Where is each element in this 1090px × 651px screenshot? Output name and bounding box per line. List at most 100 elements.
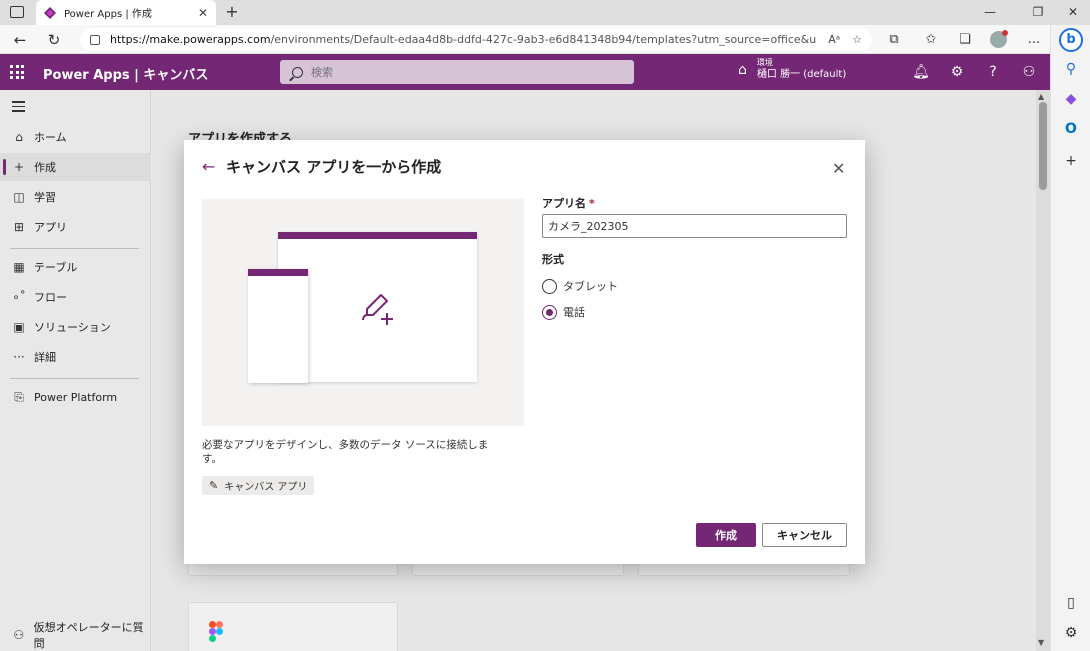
scroll-thumb[interactable]: [1039, 102, 1047, 190]
help-icon[interactable]: ?: [984, 63, 1002, 81]
nav-label: ソリューション: [34, 321, 111, 334]
create-canvas-app-dialog: ← キャンバス アプリを一から作成 ✕ 必要なアプリをデザインし、多数のデータ …: [184, 140, 865, 564]
sidebar-toggle-icon[interactable]: ▯: [1061, 593, 1081, 613]
restore-button[interactable]: ❐: [1023, 0, 1053, 25]
scroll-up-icon[interactable]: ▲: [1038, 92, 1044, 101]
url-host: https://make.powerapps.com: [110, 33, 271, 46]
assistant-icon: ⚇: [13, 628, 25, 642]
nav-label: Power Platform: [34, 390, 118, 404]
environment-picker[interactable]: ⌂ 環境 樋口 勝一 (default): [738, 58, 846, 81]
favorites-icon[interactable]: ✩: [921, 30, 941, 50]
nav-label: アプリ: [34, 221, 67, 234]
close-icon[interactable]: ✕: [832, 161, 845, 177]
phone-window-illustration: [248, 269, 308, 383]
copilot-icon[interactable]: ◆: [1061, 89, 1081, 109]
nav-item-more[interactable]: ··· 詳細: [0, 343, 151, 371]
more-icon: ···: [13, 350, 25, 364]
read-aloud-icon[interactable]: Aᵃ: [828, 33, 840, 46]
nav-label: ホーム: [34, 131, 67, 144]
app-launcher-icon[interactable]: [10, 65, 24, 79]
required-mark: *: [589, 197, 595, 210]
add-sidebar-icon[interactable]: +: [1061, 151, 1081, 171]
phone-radio[interactable]: [542, 304, 557, 320]
close-window-button[interactable]: ✕: [1058, 0, 1088, 25]
flow-icon: ∘˚: [12, 290, 26, 304]
address-bar[interactable]: https://make.powerapps.com/environments/…: [80, 28, 872, 51]
new-tab-button[interactable]: +: [222, 2, 242, 22]
format-option-tablet[interactable]: タブレット: [542, 278, 618, 294]
canvas-app-illustration: [202, 199, 524, 426]
template-card[interactable]: [188, 602, 398, 651]
tab-title: Power Apps | 作成: [64, 9, 152, 20]
nav-label: フロー: [34, 291, 67, 304]
bing-icon[interactable]: b: [1059, 28, 1083, 52]
create-button[interactable]: 作成: [696, 523, 756, 547]
search-icon: [292, 66, 303, 78]
notification-dot: [1002, 30, 1008, 36]
favorite-star-icon[interactable]: ☆: [852, 33, 862, 46]
nav-item-tables[interactable]: ▦ テーブル: [0, 253, 151, 281]
paintbrush-plus-icon: [362, 294, 393, 325]
tablet-label: タブレット: [563, 280, 618, 293]
nav-item-solutions[interactable]: ▣ ソリューション: [0, 313, 151, 341]
account-icon[interactable]: ⚇: [1020, 63, 1038, 81]
hamburger-menu-icon[interactable]: [12, 101, 25, 115]
settings-gear-icon[interactable]: ⚙: [948, 63, 966, 81]
refresh-button[interactable]: ↻: [43, 29, 65, 51]
app-title[interactable]: Power Apps | キャンバス: [43, 64, 208, 83]
page-scrollbar[interactable]: ▲ ▼: [1036, 90, 1050, 651]
collections-icon[interactable]: ❏: [955, 30, 975, 50]
format-option-phone[interactable]: 電話: [542, 304, 585, 320]
minimize-button[interactable]: —: [975, 0, 1005, 25]
cancel-button[interactable]: キャンセル: [762, 523, 847, 547]
nav-item-power-platform[interactable]: ⎘ Power Platform: [0, 383, 151, 411]
nav-item-learn[interactable]: ◫ 学習: [0, 183, 151, 211]
nav-label: 作成: [34, 161, 56, 174]
browser-tab-power-apps[interactable]: Power Apps | 作成 ✕: [36, 0, 216, 25]
phone-label: 電話: [563, 306, 585, 319]
app-name-label: アプリ名 *: [542, 195, 595, 211]
power-apps-header: Power Apps | キャンバス ⌂ 環境 樋口 勝一 (default) …: [0, 54, 1050, 90]
nav-item-apps[interactable]: ⊞ アプリ: [0, 213, 151, 241]
back-arrow-icon[interactable]: ←: [202, 157, 215, 176]
figma-icon: [209, 621, 223, 642]
left-navigation: ⌂ ホーム + 作成 ◫ 学習 ⊞ アプリ ▦ テーブル ∘˚ フロー ▣ ソリ…: [0, 90, 151, 651]
search-sidebar-icon[interactable]: ⚲: [1061, 59, 1081, 79]
nav-divider: [10, 378, 139, 379]
app-name-input[interactable]: [542, 214, 847, 238]
dialog-title: キャンバス アプリを一から作成: [226, 158, 442, 176]
scroll-down-icon[interactable]: ▼: [1038, 638, 1044, 647]
url-path: /environments/Default-edaa4d8b-ddfd-427c…: [270, 33, 817, 46]
table-icon: ▦: [13, 260, 25, 274]
profile-avatar[interactable]: [990, 30, 1008, 48]
nav-label: 学習: [34, 191, 56, 204]
url-text: https://make.powerapps.com/environments/…: [110, 33, 816, 46]
lock-icon: [90, 34, 100, 45]
search-box[interactable]: [280, 60, 634, 84]
home-icon: ⌂: [15, 130, 23, 144]
power-apps-favicon-icon: [44, 6, 56, 19]
tab-actions-icon[interactable]: [10, 6, 24, 18]
nav-label: テーブル: [34, 261, 78, 274]
nav-item-home[interactable]: ⌂ ホーム: [0, 123, 151, 151]
nav-item-flows[interactable]: ∘˚ フロー: [0, 283, 151, 311]
dialog-description: 必要なアプリをデザインし、多数のデータ ソースに接続します。: [202, 439, 489, 465]
back-button[interactable]: ←: [9, 29, 31, 51]
assistant-label: 仮想オペレーターに質問: [33, 621, 144, 650]
virtual-agent-button[interactable]: ⚇ 仮想オペレーターに質問: [0, 621, 151, 650]
sidebar-settings-icon[interactable]: ⚙: [1061, 623, 1081, 643]
environment-icon: ⌂: [738, 61, 747, 78]
environment-name: 樋口 勝一 (default): [756, 69, 847, 80]
outlook-icon[interactable]: O: [1061, 119, 1081, 139]
notifications-bell-icon[interactable]: 🔔︎: [912, 63, 930, 81]
tablet-radio[interactable]: [542, 278, 557, 294]
plus-icon: +: [13, 160, 25, 174]
settings-more-button[interactable]: ...: [1024, 30, 1044, 50]
browser-toolbar: ← ↻ https://make.powerapps.com/environme…: [0, 25, 1090, 54]
tab-close-icon[interactable]: ✕: [196, 6, 210, 20]
extensions-icon[interactable]: ⧉: [884, 30, 904, 50]
app-name-label-text: アプリ名: [542, 197, 586, 210]
brush-icon: ✎: [209, 479, 219, 492]
search-input[interactable]: [311, 65, 611, 79]
nav-item-create[interactable]: + 作成: [0, 153, 151, 181]
